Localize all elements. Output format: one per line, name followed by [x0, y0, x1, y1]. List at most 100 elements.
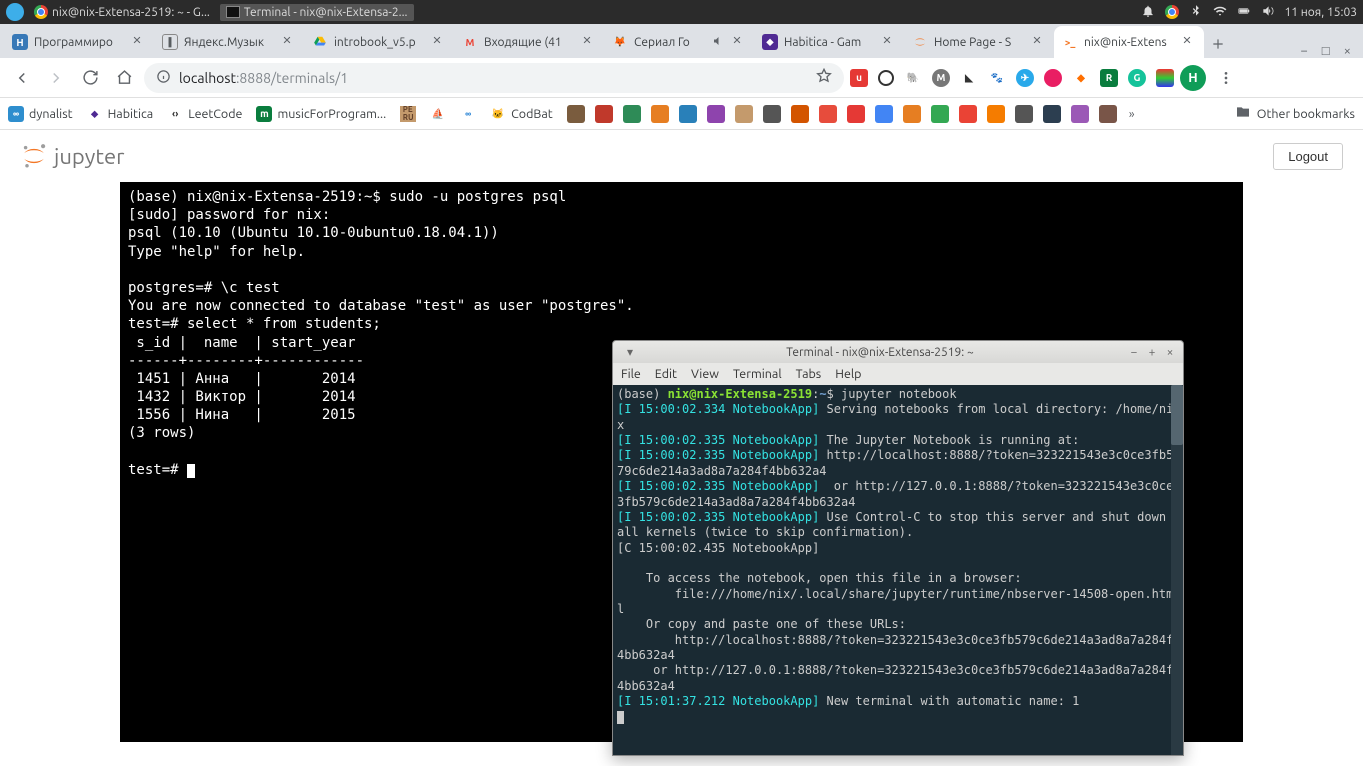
- ext-icon[interactable]: R: [1100, 69, 1118, 87]
- terminal-body[interactable]: (base) nix@nix-Extensa-2519:~$ jupyter n…: [613, 385, 1183, 755]
- close-tab-button[interactable]: [282, 35, 296, 49]
- browser-tab[interactable]: >_ nix@nix-Extens: [1054, 26, 1204, 58]
- address-bar[interactable]: localhost:8888/terminals/1: [144, 63, 844, 93]
- bookmark-label: dynalist: [29, 107, 73, 121]
- close-tab-button[interactable]: [1032, 35, 1046, 49]
- bookmark-icon[interactable]: [903, 105, 921, 123]
- bookmark-icon[interactable]: [875, 105, 893, 123]
- bookmark-icon[interactable]: [1071, 105, 1089, 123]
- browser-tab[interactable]: H Программиро: [4, 26, 154, 58]
- scrollbar[interactable]: [1171, 385, 1183, 755]
- bookmark-icon[interactable]: [567, 105, 585, 123]
- menu-item[interactable]: View: [691, 367, 719, 381]
- ext-icon[interactable]: 🐾: [988, 69, 1006, 87]
- volume-icon[interactable]: [1261, 4, 1275, 21]
- bookmark-icon[interactable]: [1015, 105, 1033, 123]
- ext-icon[interactable]: ◣: [960, 69, 978, 87]
- reload-button[interactable]: [76, 64, 104, 92]
- bookmark-icon[interactable]: [679, 105, 697, 123]
- menu-item[interactable]: Edit: [655, 367, 677, 381]
- bookmark-item[interactable]: PERU: [400, 106, 416, 122]
- bookmark-item[interactable]: ‹› LeetCode: [167, 106, 242, 122]
- window-maximize-button[interactable]: □: [1322, 43, 1330, 58]
- browser-tab[interactable]: ⬥ Habitica - Gam: [754, 26, 904, 58]
- close-tab-button[interactable]: [1182, 35, 1196, 49]
- browser-tab[interactable]: M Входящие (41: [454, 26, 604, 58]
- scrollbar-thumb[interactable]: [1171, 385, 1183, 445]
- menu-item[interactable]: File: [621, 367, 641, 381]
- ext-icon[interactable]: M: [932, 69, 950, 87]
- overflow-button[interactable]: »: [1129, 107, 1135, 121]
- window-minimize-button[interactable]: −: [1300, 44, 1307, 58]
- bell-icon[interactable]: [1141, 4, 1155, 21]
- battery-icon[interactable]: [1237, 4, 1251, 21]
- new-tab-button[interactable]: [1204, 30, 1232, 58]
- terminal-titlebar[interactable]: ▾ Terminal - nix@nix-Extensa-2519: ~ − +…: [613, 341, 1183, 363]
- bookmark-icon[interactable]: [651, 105, 669, 123]
- back-button[interactable]: [8, 64, 36, 92]
- bookmark-icon[interactable]: [987, 105, 1005, 123]
- menu-item[interactable]: Terminal: [733, 367, 782, 381]
- bookmark-icon[interactable]: [707, 105, 725, 123]
- bookmark-icon[interactable]: [847, 105, 865, 123]
- ext-evernote-icon[interactable]: 🐘: [904, 69, 922, 87]
- clock[interactable]: 11 ноя, 15:03: [1285, 6, 1358, 19]
- ext-telegram-icon[interactable]: ✈: [1016, 69, 1034, 87]
- home-button[interactable]: [110, 64, 138, 92]
- bookmark-icon[interactable]: [819, 105, 837, 123]
- maximize-button[interactable]: +: [1145, 345, 1159, 359]
- close-tab-button[interactable]: [582, 35, 596, 49]
- bookmark-icon[interactable]: [931, 105, 949, 123]
- wifi-icon[interactable]: [1213, 4, 1227, 21]
- window-close-button[interactable]: ×: [1344, 44, 1351, 58]
- browser-tab[interactable]: Home Page - S: [904, 26, 1054, 58]
- close-tab-button[interactable]: [882, 35, 896, 49]
- site-info-icon[interactable]: [156, 69, 171, 87]
- ext-icon[interactable]: [1044, 69, 1062, 87]
- bookmark-item[interactable]: 🐱 CodBat: [490, 106, 553, 122]
- bookmark-item[interactable]: ∞: [460, 106, 476, 122]
- bookmark-item[interactable]: ∞ dynalist: [8, 106, 73, 122]
- bookmark-icon[interactable]: [623, 105, 641, 123]
- bluetooth-icon[interactable]: [1189, 4, 1203, 21]
- minimize-button[interactable]: −: [1127, 345, 1141, 359]
- window-menu-icon[interactable]: ▾: [623, 345, 637, 359]
- bookmark-icon[interactable]: [791, 105, 809, 123]
- menu-item[interactable]: Help: [835, 367, 861, 381]
- ext-icon[interactable]: [878, 70, 894, 86]
- other-bookmarks[interactable]: Other bookmarks: [1235, 104, 1355, 123]
- browser-tab[interactable]: introbook_v5.p: [304, 26, 454, 58]
- bookmark-item[interactable]: m musicForProgram...: [256, 106, 386, 122]
- close-tab-button[interactable]: [132, 35, 146, 49]
- browser-tab[interactable]: ∥ Яндекс.Музык: [154, 26, 304, 58]
- jupyter-logo[interactable]: jupyter: [20, 142, 124, 170]
- bookmark-icon[interactable]: [1099, 105, 1117, 123]
- forward-button[interactable]: [42, 64, 70, 92]
- close-tab-button[interactable]: [732, 35, 746, 49]
- logout-button[interactable]: Logout: [1273, 143, 1343, 170]
- menu-button[interactable]: [1212, 64, 1240, 92]
- profile-avatar[interactable]: Н: [1180, 65, 1206, 91]
- taskbar-item-terminal[interactable]: Terminal - nix@nix-Extensa-2...: [220, 4, 414, 21]
- bookmark-icon[interactable]: [595, 105, 613, 123]
- ext-icon[interactable]: [1156, 69, 1174, 87]
- bookmark-icon[interactable]: [763, 105, 781, 123]
- ext-icon[interactable]: ◆: [1072, 69, 1090, 87]
- taskbar-item-chrome[interactable]: nix@nix-Extensa-2519: ~ - G...: [28, 3, 216, 21]
- bookmark-icon[interactable]: [959, 105, 977, 123]
- audio-playing-icon[interactable]: [712, 35, 726, 49]
- browser-tab[interactable]: 🦊 Сериал Го: [604, 26, 754, 58]
- bookmark-icon[interactable]: [1043, 105, 1061, 123]
- close-button[interactable]: ×: [1163, 345, 1177, 359]
- close-tab-button[interactable]: [432, 35, 446, 49]
- bookmark-item[interactable]: ⛵: [430, 106, 446, 122]
- chrome-tray-icon[interactable]: [1165, 5, 1179, 19]
- tab-title: introbook_v5.p: [334, 36, 426, 49]
- star-icon[interactable]: [816, 68, 832, 87]
- ext-grammarly-icon[interactable]: G: [1128, 69, 1146, 87]
- app-menu-icon[interactable]: [6, 3, 24, 21]
- bookmark-icon[interactable]: [735, 105, 753, 123]
- bookmark-item[interactable]: ⬥ Habitica: [87, 106, 154, 122]
- menu-item[interactable]: Tabs: [796, 367, 822, 381]
- ext-ublock-icon[interactable]: u: [850, 69, 868, 87]
